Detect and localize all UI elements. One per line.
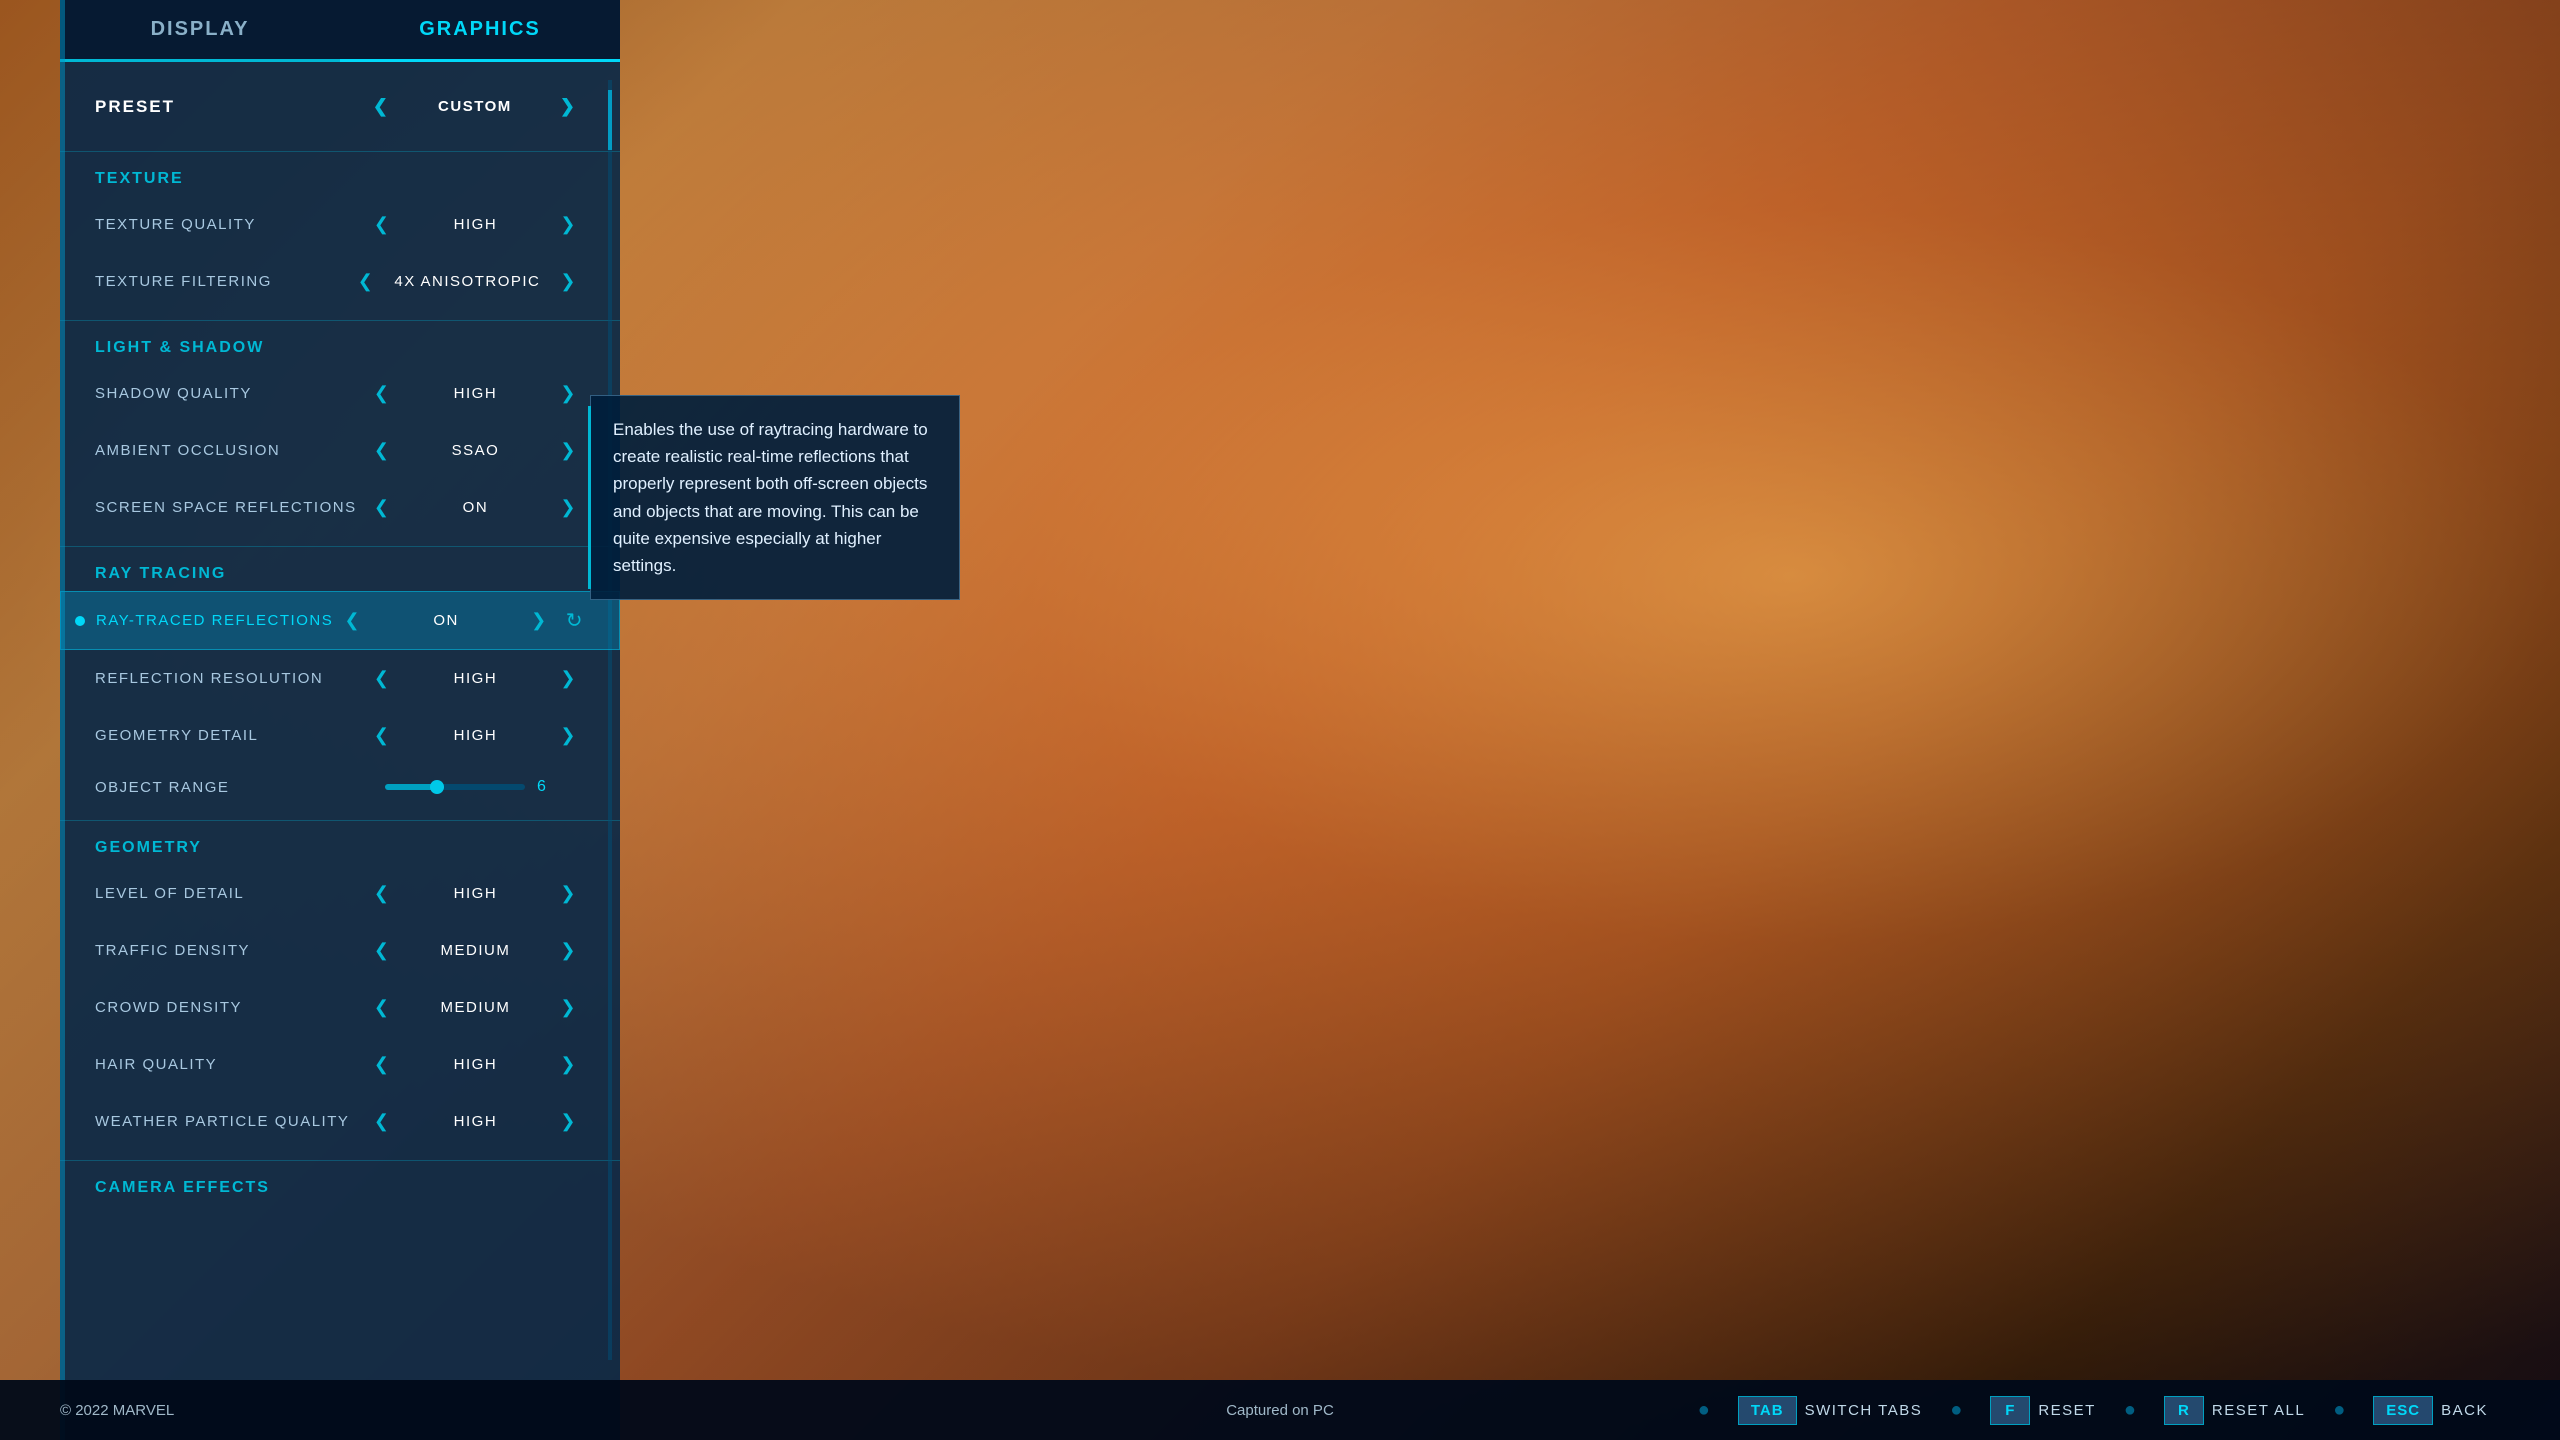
- geometry-detail-next[interactable]: ❯: [552, 721, 585, 750]
- tooltip-bar: [588, 406, 591, 589]
- preset-value: CUSTOM: [410, 98, 540, 115]
- divider-4: ●: [2333, 1399, 2345, 1422]
- texture-quality-prev[interactable]: ❮: [366, 210, 399, 239]
- label-back: BACK: [2441, 1402, 2488, 1419]
- ambient-occlusion-prev[interactable]: ❮: [366, 436, 399, 465]
- texture-quality-next[interactable]: ❯: [552, 210, 585, 239]
- geometry-detail-prev[interactable]: ❮: [366, 721, 399, 750]
- rtr-next[interactable]: ❯: [523, 606, 556, 635]
- label-reset: RESET: [2038, 1402, 2096, 1419]
- setting-ambient-occlusion: AMBIENT OCCLUSION ❮ SSAO ❯: [60, 422, 620, 479]
- settings-panel: DISPLAY GRAPHICS PRESET ❮ CUSTOM ❯ TEXTU…: [60, 0, 620, 1440]
- ssr-prev[interactable]: ❮: [366, 493, 399, 522]
- texture-filtering-prev[interactable]: ❮: [350, 267, 383, 296]
- setting-hair-quality: HAIR QUALITY ❮ HIGH ❯: [60, 1036, 620, 1093]
- crowd-density-prev[interactable]: ❮: [366, 993, 399, 1022]
- control-reset-all: R RESET ALL: [2164, 1396, 2305, 1425]
- setting-geometry-detail: GEOMETRY DETAIL ❮ HIGH ❯: [60, 707, 620, 764]
- tooltip-text: Enables the use of raytracing hardware t…: [613, 420, 928, 575]
- reflection-res-prev[interactable]: ❮: [366, 664, 399, 693]
- weather-particle-prev[interactable]: ❮: [366, 1107, 399, 1136]
- section-ray-tracing: RAY TRACING: [60, 546, 620, 591]
- scrollbar-thumb: [608, 90, 612, 150]
- preset-label: PRESET: [95, 97, 365, 117]
- setting-ray-traced-reflections[interactable]: RAY-TRACED REFLECTIONS ❮ ON ❯ ↻: [60, 591, 620, 650]
- hair-quality-next[interactable]: ❯: [552, 1050, 585, 1079]
- ambient-occlusion-next[interactable]: ❯: [552, 436, 585, 465]
- tab-display[interactable]: DISPLAY: [60, 0, 340, 59]
- section-light-shadow: LIGHT & SHADOW: [60, 320, 620, 365]
- setting-traffic-density: TRAFFIC DENSITY ❮ MEDIUM ❯: [60, 922, 620, 979]
- rtr-prev[interactable]: ❮: [337, 606, 370, 635]
- setting-shadow-quality: SHADOW QUALITY ❮ HIGH ❯: [60, 365, 620, 422]
- setting-reflection-resolution: REFLECTION RESOLUTION ❮ HIGH ❯: [60, 650, 620, 707]
- setting-object-range: OBJECT RANGE 6: [60, 764, 620, 810]
- copyright-text: © 2022 MARVEL: [60, 1402, 1690, 1419]
- object-range-value: 6: [537, 778, 557, 796]
- controls-area: ● TAB SWITCH TABS ● F RESET ● R RESET AL…: [1690, 1396, 2500, 1425]
- reflection-res-next[interactable]: ❯: [552, 664, 585, 693]
- setting-level-of-detail: LEVEL OF DETAIL ❮ HIGH ❯: [60, 865, 620, 922]
- tabs-container: DISPLAY GRAPHICS: [60, 0, 620, 62]
- key-f: F: [1990, 1396, 2030, 1425]
- setting-crowd-density: CROWD DENSITY ❮ MEDIUM ❯: [60, 979, 620, 1036]
- traffic-density-prev[interactable]: ❮: [366, 936, 399, 965]
- label-reset-all: RESET ALL: [2212, 1402, 2305, 1419]
- label-switch-tabs: SWITCH TABS: [1805, 1402, 1923, 1419]
- key-tab: TAB: [1738, 1396, 1797, 1425]
- slider-thumb: [430, 780, 444, 794]
- slider-track: [385, 784, 525, 790]
- panel-border: [60, 0, 65, 1440]
- key-esc: ESC: [2373, 1396, 2433, 1425]
- lod-prev[interactable]: ❮: [366, 879, 399, 908]
- reset-icon[interactable]: ↻: [566, 608, 584, 633]
- object-range-slider[interactable]: 6: [385, 778, 585, 796]
- weather-particle-next[interactable]: ❯: [552, 1107, 585, 1136]
- preset-prev-btn[interactable]: ❮: [365, 92, 398, 121]
- control-tab: TAB SWITCH TABS: [1738, 1396, 1922, 1425]
- setting-weather-particle-quality: WEATHER PARTICLE QUALITY ❮ HIGH ❯: [60, 1093, 620, 1150]
- crowd-density-next[interactable]: ❯: [552, 993, 585, 1022]
- section-camera-effects: CAMERA EFFECTS: [60, 1160, 620, 1205]
- traffic-density-next[interactable]: ❯: [552, 936, 585, 965]
- tooltip: Enables the use of raytracing hardware t…: [590, 395, 960, 600]
- tab-graphics[interactable]: GRAPHICS: [340, 0, 620, 62]
- divider-2: ●: [1950, 1399, 1962, 1422]
- texture-filtering-next[interactable]: ❯: [552, 267, 585, 296]
- shadow-quality-prev[interactable]: ❮: [366, 379, 399, 408]
- section-geometry: GEOMETRY: [60, 820, 620, 865]
- preset-next-btn[interactable]: ❯: [552, 92, 585, 121]
- preset-control: ❮ CUSTOM ❯: [365, 92, 585, 121]
- hair-quality-prev[interactable]: ❮: [366, 1050, 399, 1079]
- control-back: ESC BACK: [2373, 1396, 2488, 1425]
- settings-content: PRESET ❮ CUSTOM ❯ TEXTURE TEXTURE QUALIT…: [60, 62, 620, 1440]
- section-texture: TEXTURE: [60, 151, 620, 196]
- preset-row: PRESET ❮ CUSTOM ❯: [60, 72, 620, 141]
- captured-text: Captured on PC: [1226, 1402, 1334, 1419]
- lod-next[interactable]: ❯: [552, 879, 585, 908]
- key-r: R: [2164, 1396, 2204, 1425]
- setting-texture-quality: TEXTURE QUALITY ❮ HIGH ❯: [60, 196, 620, 253]
- setting-screen-space-reflections: SCREEN SPACE REFLECTIONS ❮ ON ❯: [60, 479, 620, 536]
- control-reset: F RESET: [1990, 1396, 2096, 1425]
- divider-1: ●: [1698, 1399, 1710, 1422]
- active-indicator: [75, 616, 85, 626]
- setting-texture-filtering: TEXTURE FILTERING ❮ 4X ANISOTROPIC ❯: [60, 253, 620, 310]
- bottom-bar: © 2022 MARVEL Captured on PC ● TAB SWITC…: [0, 1380, 2560, 1440]
- divider-3: ●: [2124, 1399, 2136, 1422]
- shadow-quality-next[interactable]: ❯: [552, 379, 585, 408]
- ssr-next[interactable]: ❯: [552, 493, 585, 522]
